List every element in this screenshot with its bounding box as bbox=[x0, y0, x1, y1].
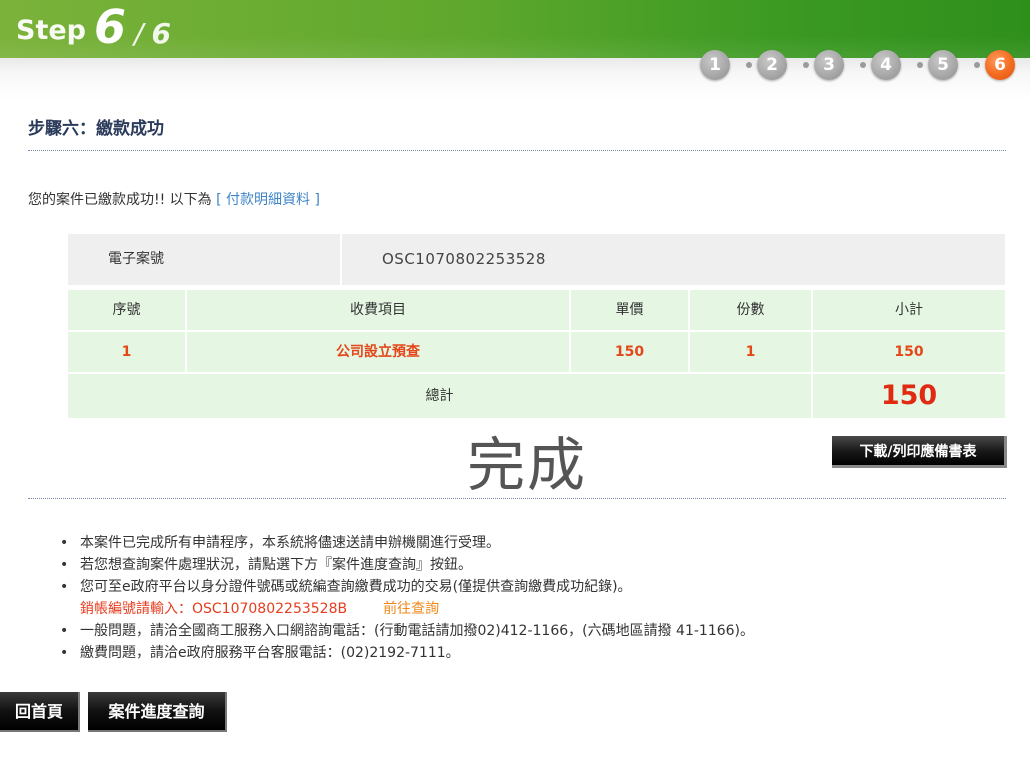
step-separator bbox=[746, 62, 752, 68]
row-subtotal: 150 bbox=[813, 332, 1005, 372]
cell-divider bbox=[340, 234, 342, 285]
row-unit-price: 150 bbox=[571, 332, 688, 372]
case-number-label: 電子案號 bbox=[108, 251, 164, 267]
bullet-icon: • bbox=[60, 579, 69, 595]
note-text: 繳費問題，請洽e政府服務平台客服電話：(02)2192-7111。 bbox=[80, 645, 460, 661]
step-total: 6 bbox=[151, 17, 171, 50]
cancel-number-text: 銷帳編號請輸入：OSC1070802253528B bbox=[80, 601, 348, 617]
bullet-icon: • bbox=[60, 535, 69, 551]
step-separator bbox=[974, 62, 980, 68]
list-item: • 本案件已完成所有申請程序，本系統將儘速送請申辦機關進行受理。 bbox=[60, 532, 754, 554]
header-subtotal: 小計 bbox=[813, 290, 1005, 330]
note-text: 一般問題，請洽全國商工服務入口網諮詢電話：(行動電話請加撥02)412-1166… bbox=[80, 623, 755, 639]
divider bbox=[28, 498, 1006, 499]
total-label: 總計 bbox=[68, 374, 811, 418]
page-header: Step 6/6 bbox=[0, 0, 1030, 58]
note-text: 您可至e政府平台以身分證件號碼或統編查詢繳費成功的交易(僅提供查詢繳費成功紀錄)… bbox=[80, 579, 632, 595]
bullet-icon: • bbox=[60, 645, 69, 661]
go-query-link[interactable]: 前往查詢 bbox=[383, 601, 439, 617]
step-slash: / bbox=[134, 17, 144, 50]
step-word: Step bbox=[16, 15, 86, 46]
home-button[interactable]: 回首頁 bbox=[0, 692, 80, 732]
cancel-number-line: 銷帳編號請輸入：OSC1070802253528B 前往查詢 bbox=[60, 598, 754, 620]
page-title: 步驟六：繳款成功 bbox=[28, 119, 164, 139]
step-separator bbox=[803, 62, 809, 68]
complete-heading: 完成 bbox=[467, 431, 588, 499]
list-item: • 您可至e政府平台以身分證件號碼或統編查詢繳費成功的交易(僅提供查詢繳費成功紀錄… bbox=[60, 576, 754, 598]
row-index: 1 bbox=[68, 332, 185, 372]
step-3-dot: 3 bbox=[814, 50, 844, 80]
note-text: 本案件已完成所有申請程序，本系統將儘速送請申辦機關進行受理。 bbox=[80, 535, 500, 551]
header-unit-price: 單價 bbox=[571, 290, 688, 330]
success-message: 您的案件已繳款成功!! 以下為 [ 付款明細資料 ] bbox=[28, 189, 320, 209]
step-4-dot: 4 bbox=[871, 50, 901, 80]
success-text: 您的案件已繳款成功!! 以下為 bbox=[28, 192, 212, 208]
note-text: 若您想查詢案件處理狀況，請點選下方『案件進度查詢』按鈕。 bbox=[80, 557, 472, 573]
step-5-dot: 5 bbox=[928, 50, 958, 80]
row-fee-item: 公司設立預查 bbox=[187, 332, 569, 372]
header-index: 序號 bbox=[68, 290, 185, 330]
bullet-icon: • bbox=[60, 557, 69, 573]
step-current: 6 bbox=[94, 0, 127, 54]
total-amount: 150 bbox=[813, 374, 1005, 418]
case-progress-query-button[interactable]: 案件進度查詢 bbox=[88, 692, 227, 732]
divider bbox=[28, 150, 1006, 151]
notes-list: • 本案件已完成所有申請程序，本系統將儘速送請申辦機關進行受理。 • 若您想查詢案件… bbox=[60, 532, 754, 664]
payment-details-link[interactable]: [ 付款明細資料 ] bbox=[216, 192, 320, 208]
list-item: • 若您想查詢案件處理狀況，請點選下方『案件進度查詢』按鈕。 bbox=[60, 554, 754, 576]
step-2-dot: 2 bbox=[757, 50, 787, 80]
step-separator bbox=[860, 62, 866, 68]
case-number-row: 電子案號 OSC1070802253528 bbox=[68, 234, 1005, 285]
header-quantity: 份數 bbox=[690, 290, 811, 330]
step-6-dot-active: 6 bbox=[985, 50, 1015, 80]
header-fee-item: 收費項目 bbox=[187, 290, 569, 330]
bullet-icon: • bbox=[60, 623, 69, 639]
step-indicator-title: Step 6/6 bbox=[16, 0, 171, 54]
list-item: • 繳費問題，請洽e政府服務平台客服電話：(02)2192-7111。 bbox=[60, 642, 754, 664]
list-item: • 一般問題，請洽全國商工服務入口網諮詢電話：(行動電話請加撥02)412-116… bbox=[60, 620, 754, 642]
row-quantity: 1 bbox=[690, 332, 811, 372]
step-1-dot: 1 bbox=[700, 50, 730, 80]
step-separator bbox=[917, 62, 923, 68]
case-number-value: OSC1070802253528 bbox=[382, 250, 546, 268]
download-print-forms-button[interactable]: 下載/列印應備書表 bbox=[832, 436, 1007, 468]
